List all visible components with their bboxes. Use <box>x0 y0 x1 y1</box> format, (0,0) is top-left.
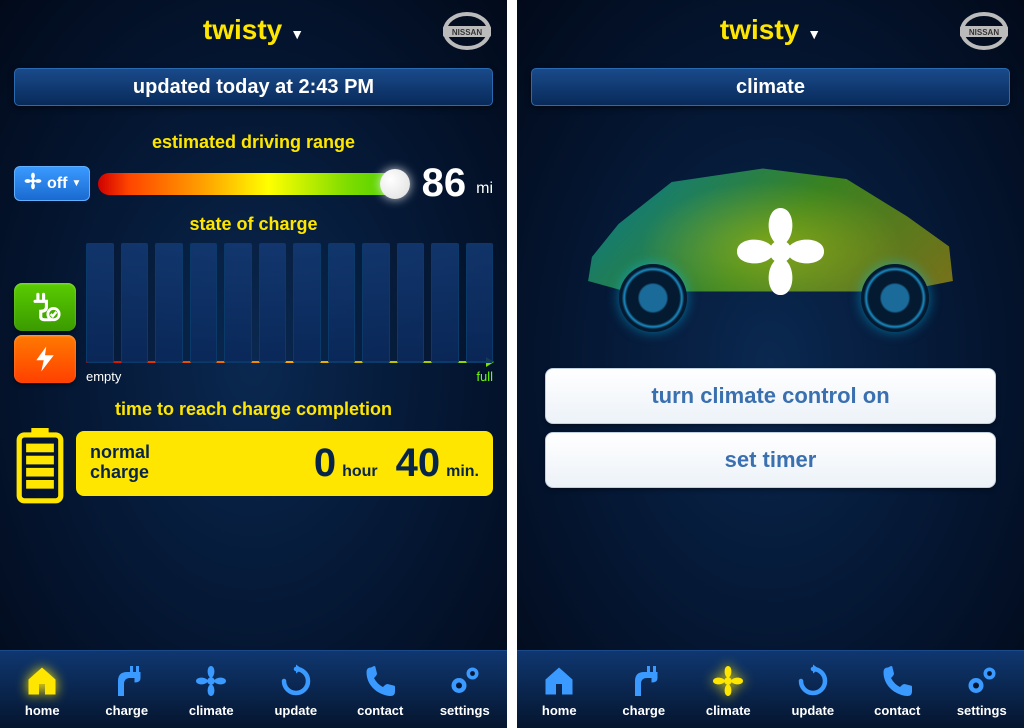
tab-home[interactable]: home <box>517 651 602 728</box>
tab-climate[interactable]: climate <box>169 651 254 728</box>
screen-climate: twisty▼ NISSAN climate turn climate cont… <box>517 0 1024 728</box>
range-unit: mi <box>476 180 493 198</box>
tab-label: update <box>791 703 834 718</box>
soc-row: empty full <box>14 243 493 383</box>
tab-label: charge <box>622 703 665 718</box>
charge-icon <box>109 661 145 701</box>
contact-icon <box>362 661 398 701</box>
tab-label: home <box>542 703 577 718</box>
range-row: off ▼ 86 mi <box>14 161 493 206</box>
charge-mode: normal charge <box>90 443 150 483</box>
tab-climate[interactable]: climate <box>686 651 771 728</box>
update-icon <box>795 661 831 701</box>
tab-label: contact <box>874 703 920 718</box>
charge-values: 0 hour 40 min. <box>314 441 479 486</box>
tab-settings[interactable]: settings <box>423 651 508 728</box>
tab-label: climate <box>706 703 751 718</box>
svg-text:NISSAN: NISSAN <box>969 28 999 37</box>
settings-icon <box>964 661 1000 701</box>
fan-icon <box>733 204 828 304</box>
home-icon <box>541 661 577 701</box>
chevron-down-icon: ▼ <box>290 26 304 42</box>
tab-charge[interactable]: charge <box>85 651 170 728</box>
range-gauge <box>98 173 407 195</box>
tab-contact[interactable]: contact <box>338 651 423 728</box>
header: twisty▼ NISSAN <box>517 0 1024 60</box>
car-name-dropdown[interactable]: twisty▼ <box>720 14 821 46</box>
tab-label: update <box>274 703 317 718</box>
soc-label: state of charge <box>14 214 493 235</box>
status-banner: climate <box>531 68 1010 106</box>
tab-label: charge <box>105 703 148 718</box>
range-knob <box>380 169 410 199</box>
tabbar: home charge climate update contact settings <box>0 650 507 728</box>
soc-buttons <box>14 283 76 383</box>
range-value: 86 <box>422 161 467 206</box>
battery-icon <box>14 428 66 498</box>
range-label: estimated driving range <box>14 132 493 153</box>
charge-now-button[interactable] <box>14 335 76 383</box>
set-timer-button[interactable]: set timer <box>545 432 996 488</box>
tab-home[interactable]: home <box>0 651 85 728</box>
tab-label: climate <box>189 703 234 718</box>
soc-axis: empty full <box>86 369 493 384</box>
soc-chart: empty full <box>86 243 493 383</box>
climate-on-button[interactable]: turn climate control on <box>545 368 996 424</box>
chevron-down-icon: ▼ <box>71 178 81 189</box>
tab-label: contact <box>357 703 403 718</box>
status-banner: updated today at 2:43 PM <box>14 68 493 106</box>
plugged-in-button[interactable] <box>14 283 76 331</box>
tab-update[interactable]: update <box>771 651 856 728</box>
charge-icon <box>626 661 662 701</box>
car-name-dropdown[interactable]: twisty▼ <box>203 14 304 46</box>
climate-icon <box>710 661 746 701</box>
tab-label: settings <box>957 703 1007 718</box>
home-icon <box>24 661 60 701</box>
chevron-down-icon: ▼ <box>807 26 821 42</box>
ac-toggle[interactable]: off ▼ <box>14 166 90 201</box>
climate-icon <box>193 661 229 701</box>
nissan-logo: NISSAN <box>439 10 495 52</box>
charge-time-label: time to reach charge completion <box>14 399 493 420</box>
tab-charge[interactable]: charge <box>602 651 687 728</box>
fan-icon <box>23 171 43 196</box>
update-icon <box>278 661 314 701</box>
nissan-logo: NISSAN <box>956 10 1012 52</box>
tab-settings[interactable]: settings <box>940 651 1024 728</box>
settings-icon <box>447 661 483 701</box>
contact-icon <box>879 661 915 701</box>
header: twisty▼ NISSAN <box>0 0 507 60</box>
home-content: estimated driving range off ▼ 86 mi stat… <box>0 114 507 650</box>
charge-time-row: normal charge 0 hour 40 min. <box>14 428 493 498</box>
climate-content: turn climate control on set timer <box>517 114 1024 650</box>
tab-label: home <box>25 703 60 718</box>
tabbar: home charge climate update contact settings <box>517 650 1024 728</box>
screen-home: twisty▼ NISSAN updated today at 2:43 PM … <box>0 0 507 728</box>
svg-text:NISSAN: NISSAN <box>452 28 482 37</box>
tab-update[interactable]: update <box>254 651 339 728</box>
tab-label: settings <box>440 703 490 718</box>
car-illustration <box>541 144 1000 354</box>
charge-time-box[interactable]: normal charge 0 hour 40 min. <box>76 431 493 496</box>
tab-contact[interactable]: contact <box>855 651 940 728</box>
